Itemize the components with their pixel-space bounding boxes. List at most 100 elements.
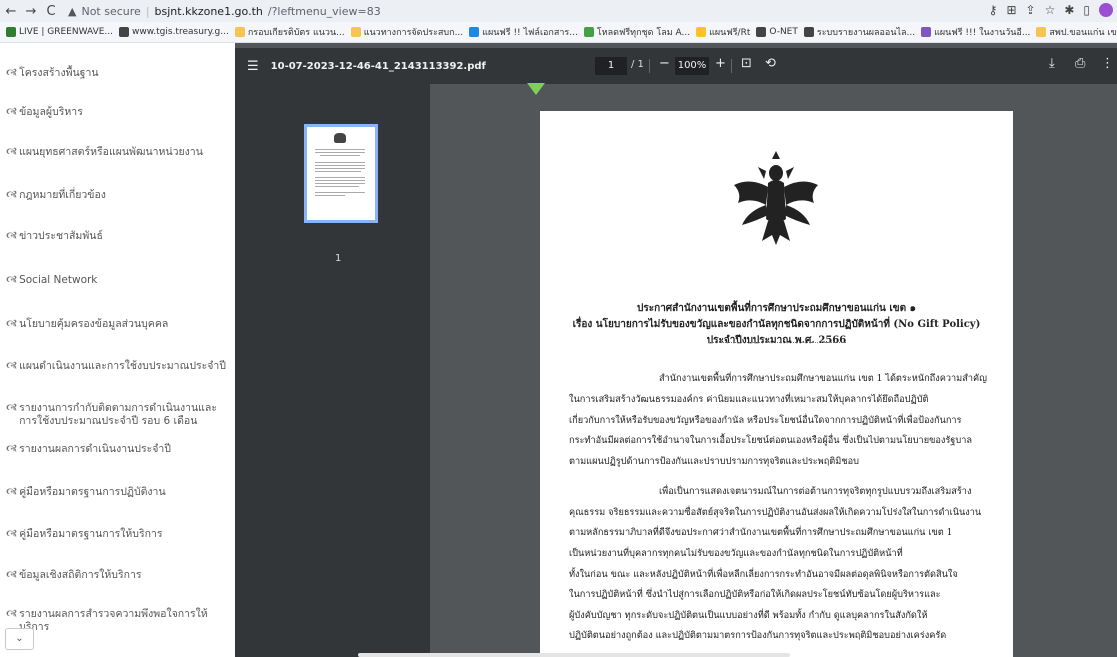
leaf-bullet-icon: 🙧 xyxy=(6,67,18,79)
sidebar-menu-item[interactable]: 🙧 กฎหมายที่เกี่ยวข้อง xyxy=(6,189,228,202)
sidebar-menu-label: คู่มือหรือมาตรฐานการปฏิบัติงาน xyxy=(19,486,166,498)
emblem-thumbnail xyxy=(334,133,346,143)
bookmark-item[interactable]: แนวทางการจัดประสบก... xyxy=(350,25,463,39)
more-options-icon[interactable]: ⋮ xyxy=(1101,56,1114,71)
sidebar-menu-item[interactable]: 🙧 แผนยุทธศาสตร์หรือแผนพัฒนาหน่วยงาน xyxy=(6,146,228,159)
bookmark-item[interactable]: โหลดฟรีทุกชุด โลม A... xyxy=(583,25,691,39)
sidebar-menu-label: โครงสร้างพื้นฐาน xyxy=(19,67,99,79)
bookmark-item[interactable]: www.tgis.treasury.g... xyxy=(119,27,229,37)
leaf-bullet-icon: 🙧 xyxy=(6,528,18,540)
fit-page-icon[interactable]: ⊡ xyxy=(741,56,752,71)
pdf-viewer: ☰ 10-07-2023-12-46-41_2143113392.pdf 1 /… xyxy=(235,43,1117,657)
doc-paragraph-line: เกี่ยวกับการให้หรือรับของขวัญหรือของกำนั… xyxy=(569,415,962,426)
bookmark-favicon-icon xyxy=(469,27,480,37)
sidebar-menu-item[interactable]: 🙧 ข้อมูลผู้บริหาร xyxy=(6,106,228,119)
star-icon[interactable]: ☆ xyxy=(1045,3,1056,17)
bookmark-label: LIVE | GREENWAVE... xyxy=(19,27,114,37)
thumbnail-page-number: 1 xyxy=(335,253,342,264)
sidebar-menu-item[interactable]: 🙧 รายงานผลการดำเนินงานประจำปี xyxy=(6,443,228,456)
thumb-line xyxy=(315,186,359,187)
pdf-page: ประกาศสำนักงานเขตพื้นที่การศึกษาประถมศึก… xyxy=(540,111,1013,657)
page-thumbnail[interactable] xyxy=(304,124,378,223)
bookmark-label: สพป.ขอนแก่น เขต 1 xyxy=(1049,28,1117,38)
thumb-line xyxy=(320,155,360,156)
doc-paragraph-line: ผู้บังคับบัญชา ทุกระดับจะปฏิบัติตนเป็นแบ… xyxy=(569,610,928,621)
sidebar-menu-item[interactable]: 🙧 คู่มือหรือมาตรฐานการให้บริการ xyxy=(6,528,228,541)
leaf-bullet-icon: 🙧 xyxy=(6,318,18,330)
menu-icon[interactable]: ☰ xyxy=(247,59,259,74)
sidebar-menu-item[interactable]: 🙧 โครงสร้างพื้นฐาน xyxy=(6,67,228,80)
bookmark-favicon-icon xyxy=(350,27,361,37)
leaf-bullet-icon: 🙧 xyxy=(6,106,18,118)
back-button[interactable]: ← xyxy=(2,4,20,19)
leaf-bullet-icon: 🙧 xyxy=(6,360,18,372)
bookmark-label: โหลดฟรีทุกชุด โลม A... xyxy=(596,28,691,38)
sidebar-menu-item[interactable]: 🙧 คู่มือหรือมาตรฐานการปฏิบัติงาน xyxy=(6,486,228,499)
url-separator: | xyxy=(145,4,150,18)
sidebar-menu-item[interactable]: 🙧 รายงานผลการสำรวจความพึงพอใจการให้บริการ xyxy=(6,608,228,634)
bookmark-item[interactable]: O-NET xyxy=(756,27,798,37)
sidebar-menu-item[interactable]: 🙧 แผนดำเนินงานและการใช้งบประมาณประจำปี xyxy=(6,360,228,373)
warning-icon: ▲ xyxy=(68,4,77,18)
leaf-bullet-icon: 🙧 xyxy=(6,443,18,455)
doc-divider xyxy=(708,342,846,343)
thumb-line xyxy=(315,177,365,178)
doc-title-line3: ประจำปีงบประมาณ พ.ศ. 2566 xyxy=(706,335,847,346)
share-icon[interactable]: ⇪ xyxy=(1026,3,1036,17)
viewer-margin xyxy=(1013,84,1117,657)
sidebar-menu-item[interactable]: 🙧 Social Network xyxy=(6,274,228,287)
sidebar-menu-item[interactable]: 🙧 นโยบายคุ้มครองข้อมูลส่วนบุคคล xyxy=(6,318,228,331)
bookmark-favicon-icon xyxy=(756,27,767,37)
rotate-icon[interactable]: ⟲ xyxy=(765,56,776,71)
bookmark-label: ระบบรายงานผลออนไล... xyxy=(816,28,916,38)
zoom-out-button[interactable]: − xyxy=(659,56,670,71)
address-bar[interactable]: ▲ Not secure | bsjnt.kkzone1.go.th /?left… xyxy=(68,5,381,18)
garuda-emblem xyxy=(734,151,818,245)
reload-button[interactable]: C xyxy=(42,4,60,19)
bookmark-favicon-icon xyxy=(6,27,16,37)
bookmark-label: แผนฟรี !! ไฟล์เอกสาร... xyxy=(482,28,578,38)
leaf-bullet-icon: 🙧 xyxy=(6,230,18,242)
doc-title-line1: ประกาศสำนักงานเขตพื้นที่การศึกษาประถมศึก… xyxy=(637,303,916,314)
sidebar-menu-item[interactable]: 🙧 รายงานการกำกับติดตามการดำเนินงานและการใ… xyxy=(6,402,228,428)
bookmarks-bar: LIVE | GREENWAVE... www.tgis.treasury.g..… xyxy=(0,22,1117,43)
collapse-menu-button[interactable]: ⌄ xyxy=(5,628,34,650)
leaf-bullet-icon: 🙧 xyxy=(6,569,18,581)
bookmark-item[interactable]: ระบบรายงานผลออนไล... xyxy=(803,25,916,39)
doc-paragraph-line: ปฏิบัติตนอย่างถูกต้อง และปฏิบัติตามมาตรก… xyxy=(569,630,947,641)
extensions-icon[interactable]: ✱ xyxy=(1064,3,1074,17)
sidepanel-icon[interactable]: ▯ xyxy=(1083,3,1090,17)
bookmark-item[interactable]: แผนฟรี !! ไฟล์เอกสาร... xyxy=(469,25,578,39)
thumbnail-panel: 1 xyxy=(235,84,430,657)
key-icon[interactable]: ⚷ xyxy=(989,3,998,17)
sidebar-menu-label: ข้อมูลผู้บริหาร xyxy=(19,106,83,118)
zoom-input[interactable]: 100% xyxy=(675,57,709,75)
bookmark-item[interactable]: สพป.ขอนแก่น เขต 1 xyxy=(1036,25,1117,39)
bookmark-label: แผนฟรี/Rt xyxy=(709,28,751,38)
thumb-line xyxy=(315,149,365,150)
doc-paragraph-line: เป็นหน่วยงานที่บุคลากรทุกคนไม่รับของขวัญ… xyxy=(569,548,903,559)
doc-paragraph-line: ในการปฏิบัติหน้าที่ ซึ่งนำไปสู่การเลือกป… xyxy=(569,589,941,600)
bookmark-item[interactable]: แผนฟรี !!! ในงานวันอี... xyxy=(921,25,1030,39)
leaf-bullet-icon: 🙧 xyxy=(6,486,18,498)
sidebar-menu-item[interactable]: 🙧 ข่าวประชาสัมพันธ์ xyxy=(6,230,228,243)
bookmark-label: แผนฟรี !!! ในงานวันอี... xyxy=(934,28,1031,38)
profile-avatar[interactable] xyxy=(1099,3,1113,17)
zoom-in-button[interactable]: + xyxy=(715,56,726,71)
translate-icon[interactable]: ⊞ xyxy=(1006,3,1016,17)
page-number-input[interactable]: 1 xyxy=(595,57,627,75)
doc-paragraph-line: ทั้งในก่อน ขณะ และหลังปฏิบัติหน้าที่เพื่… xyxy=(569,569,958,580)
bookmark-favicon-icon xyxy=(803,27,814,37)
sidebar-menu-item[interactable]: 🙧 ข้อมูลเชิงสถิติการให้บริการ xyxy=(6,569,228,582)
sidebar-menu-label: กฎหมายที่เกี่ยวข้อง xyxy=(19,189,106,201)
horizontal-scrollbar[interactable] xyxy=(358,653,790,657)
bookmark-item[interactable]: LIVE | GREENWAVE... xyxy=(6,27,113,37)
download-icon[interactable]: ⤓ xyxy=(1049,56,1055,71)
page-marker-arrow xyxy=(527,83,545,95)
thumb-line xyxy=(315,152,365,153)
bookmark-item[interactable]: กรอบเกียรติบัตร แนวน... xyxy=(234,25,345,39)
bookmark-item[interactable]: แผนฟรี/Rt xyxy=(696,25,750,39)
doc-paragraph-line: สำนักงานเขตพื้นที่การศึกษาประถมศึกษาขอนแ… xyxy=(659,373,987,384)
print-icon[interactable]: ⎙ xyxy=(1075,56,1085,71)
forward-button[interactable]: → xyxy=(22,4,40,19)
